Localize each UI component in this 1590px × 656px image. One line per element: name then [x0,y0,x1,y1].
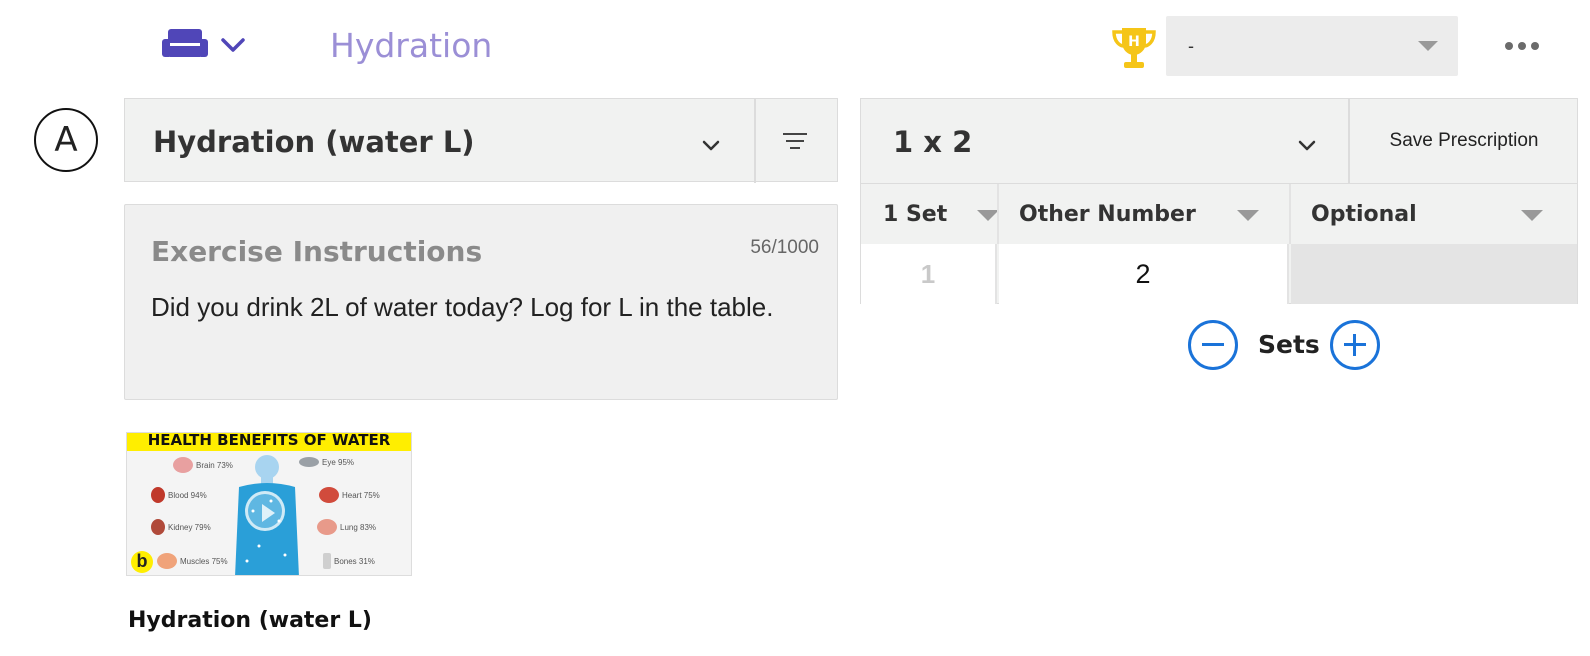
page-title: Hydration [330,26,493,65]
program-select[interactable]: - [1166,16,1458,76]
chevron-down-icon [221,38,245,52]
chevron-down-icon[interactable] [1291,129,1323,161]
video-caption: Hydration (water L) [128,608,372,633]
workout-type-dropdown[interactable] [160,22,252,68]
exercise-selector[interactable]: Hydration (water L) [124,98,838,183]
couch-icon [162,29,208,57]
sets-controls: Sets [1188,320,1380,370]
optional-cell[interactable] [1291,244,1577,304]
organ-label: Heart 75% [319,487,380,503]
organ-label: Lung 83% [317,519,376,535]
program-select-value: - [1188,36,1194,56]
set-index-cell: 1 [861,244,997,304]
divider [1289,184,1291,244]
organ-label: Eye 95% [299,457,354,467]
character-count: 56/1000 [750,237,819,258]
bone-icon [323,553,331,569]
caret-down-icon [977,210,999,221]
column-header-optional[interactable]: Optional [1311,184,1577,244]
top-bar: Hydration H - [0,0,1590,92]
eye-icon [299,457,319,467]
muscle-icon [157,553,177,569]
blood-icon [151,487,165,503]
caret-down-icon [1237,210,1259,221]
trophy-icon[interactable]: H [1110,24,1158,72]
organ-label: Brain 73% [173,457,233,473]
thumbnail-banner: HEALTH BENEFITS OF WATER [127,433,411,451]
column-header-other-number[interactable]: Other Number [1019,184,1289,244]
channel-badge: b [131,551,153,573]
exercise-name: Hydration (water L) [153,125,475,159]
organ-label: Kidney 79% [151,519,211,535]
chevron-down-icon[interactable] [695,129,727,161]
brain-icon [173,457,193,473]
add-set-button[interactable] [1330,320,1380,370]
organ-label: Muscles 75% [157,553,228,569]
set-scheme-select[interactable]: 1 x 2 [893,125,972,159]
divider [997,184,999,244]
prescription-panel: 1 x 2 Save Prescription 1 Set Other Numb… [860,98,1578,304]
svg-text:H: H [1128,34,1140,50]
play-icon[interactable] [245,491,285,531]
organ-label: Blood 94% [151,487,207,503]
save-prescription-button[interactable]: Save Prescription [1350,99,1578,183]
other-number-cell[interactable]: 2 [999,244,1289,304]
minus-icon [1202,343,1224,346]
remove-set-button[interactable] [1188,320,1238,370]
column-header-sets[interactable]: 1 Set [883,184,999,244]
lung-icon [317,519,337,535]
filter-icon[interactable] [775,123,815,159]
organ-label: Bones 31% [323,553,375,569]
divider [754,99,756,183]
sets-label: Sets [1258,330,1320,359]
kidney-icon [151,519,165,535]
block-letter-badge: A [34,108,98,172]
more-options-icon[interactable] [1502,32,1542,60]
instructions-text[interactable]: Did you drink 2L of water today? Log for… [151,289,791,325]
caret-down-icon [1418,41,1438,51]
heart-icon [319,487,339,503]
exercise-instructions-field[interactable]: Exercise Instructions 56/1000 Did you dr… [124,204,838,400]
instructions-label: Exercise Instructions [151,235,483,268]
caret-down-icon [1521,210,1543,221]
video-thumbnail[interactable]: HEALTH BENEFITS OF WATER Brain 73% Eye 9… [126,432,412,576]
